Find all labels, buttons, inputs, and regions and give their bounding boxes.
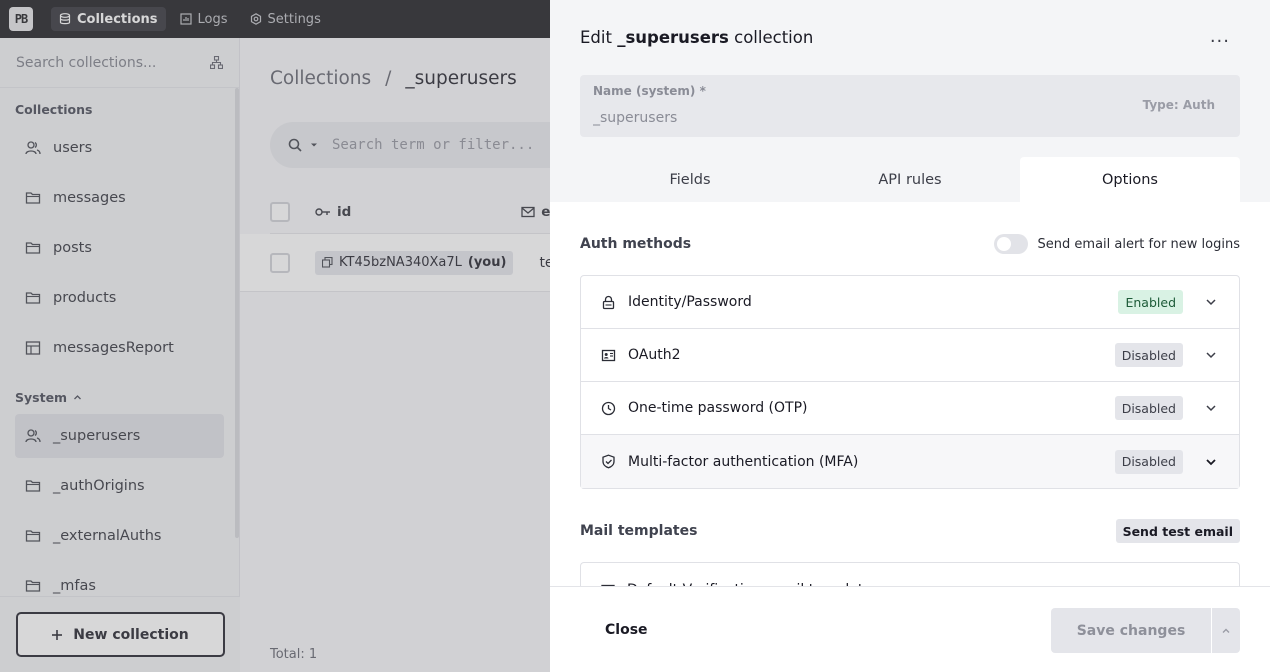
panel-title: Edit _superusers collection [580,28,814,47]
status-badge: Disabled [1114,449,1183,474]
collection-name-field: Name (system) * Type: Auth [580,75,1240,137]
auth-methods-list: Identity/Password Enabled OAuth2 Disable… [580,275,1240,489]
panel-footer: Close Save changes [550,586,1270,672]
email-alert-label: Send email alert for new logins [1037,236,1240,252]
save-options-button[interactable] [1212,608,1240,653]
auth-method-oauth2[interactable]: OAuth2 Disabled [581,329,1239,382]
mail-templates-header: Mail templates Send test email [580,518,1240,544]
collection-name-input [593,110,993,126]
email-alert-toggle-row[interactable]: Send email alert for new logins [993,234,1240,254]
auth-method-identity-password[interactable]: Identity/Password Enabled [581,276,1239,329]
chevron-down-icon[interactable] [1203,454,1219,470]
chevron-up-icon [1222,628,1230,633]
status-badge: Enabled [1118,290,1183,314]
close-button[interactable]: Close [605,622,648,638]
id-card-icon [601,349,616,361]
edit-collection-panel: Edit _superusers collection ... Name (sy… [550,0,1270,672]
status-badge: Disabled [1114,343,1183,367]
auth-method-mfa[interactable]: Multi-factor authentication (MFA) Disabl… [581,435,1239,488]
tab-api-rules[interactable]: API rules [800,157,1020,202]
lock-icon [602,295,615,309]
collection-type-label: Type: Auth [1142,98,1215,112]
save-changes-button[interactable]: Save changes [1051,608,1211,653]
chevron-down-icon[interactable] [1203,294,1219,310]
tab-options[interactable]: Options [1020,157,1240,202]
more-options-button[interactable]: ... [1210,26,1230,47]
panel-header: Edit _superusers collection ... Name (sy… [550,0,1270,202]
auth-methods-label: Auth methods [580,236,692,252]
tab-fields[interactable]: Fields [580,157,800,202]
email-alert-toggle[interactable] [993,234,1028,254]
name-field-label: Name (system) * [593,84,706,98]
chevron-down-icon[interactable] [1203,400,1219,416]
shield-icon [602,454,615,469]
status-badge: Disabled [1114,396,1183,420]
auth-method-otp[interactable]: One-time password (OTP) Disabled [581,382,1239,435]
chevron-down-icon[interactable] [1203,347,1219,363]
clock-icon [601,401,616,415]
panel-tabs: Fields API rules Options [580,157,1240,202]
mail-templates-label: Mail templates [580,523,698,539]
send-test-email-button[interactable]: Send test email [1115,519,1240,543]
auth-methods-header: Auth methods Send email alert for new lo… [580,233,1240,255]
modal-backdrop[interactable] [0,0,550,672]
